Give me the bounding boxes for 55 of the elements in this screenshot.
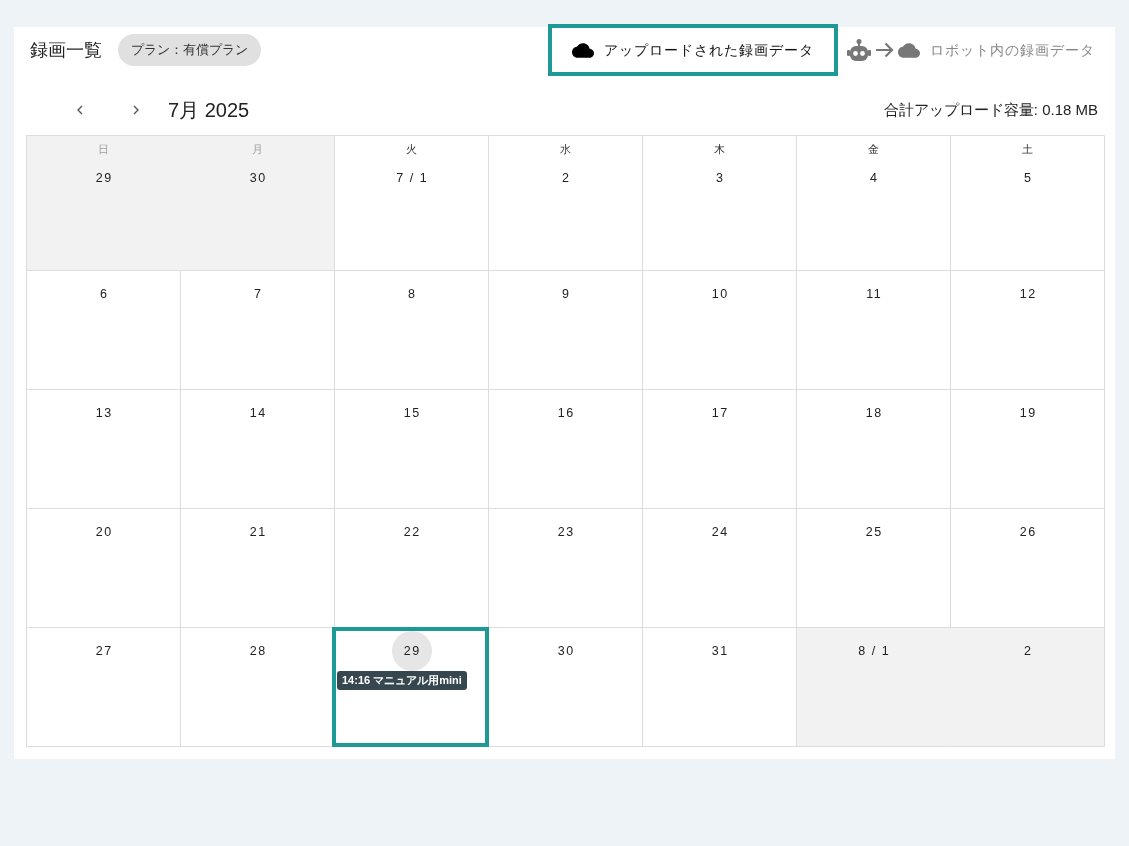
robot-icon [847,39,871,61]
month-title: 7月 2025 [168,98,250,123]
date-number: 14 [248,404,267,422]
date-number: 7 / 1 [395,169,429,187]
event-chip[interactable]: 14:16 マニュアル用mini [337,671,467,690]
date-number: 27 [94,642,113,660]
date-number: 2 [1023,642,1033,660]
date-number: 12 [1018,285,1037,303]
source-tab[interactable]: アップロードされた録画データ [548,24,838,76]
date-number: 19 [1018,404,1037,422]
date-number: 5 [1023,169,1033,187]
date-number: 21 [248,523,267,541]
weekday-label: 日 [98,142,109,155]
chevron-right-icon [133,105,139,115]
date-number: 8 [407,285,417,303]
weekday-label: 土 [1022,142,1033,155]
date-number: 13 [94,404,113,422]
weekday-label: 木 [714,142,725,155]
date-number: 6 [99,285,109,303]
plan-badge: プラン：有償プラン [118,34,261,66]
date-number: 9 [561,285,571,303]
date-number: 4 [869,169,879,187]
date-number: 18 [864,404,883,422]
cloud-icon [572,42,594,58]
weekday-label: 金 [868,142,879,155]
date-number: 20 [94,523,113,541]
source-tab[interactable]: ロボット内の録画データ [843,24,1099,76]
date-number: 30 [556,642,575,660]
date-number: 26 [1018,523,1037,541]
date-number: 29 [94,169,113,187]
date-number: 24 [710,523,729,541]
date-number: 8 / 1 [857,642,891,660]
date-number: 17 [710,404,729,422]
weekday-label: 月 [252,142,263,155]
chevron-left-icon [77,105,83,115]
date-number: 2 [561,169,571,187]
date-number: 23 [556,523,575,541]
date-number: 22 [402,523,421,541]
weekday-label: 水 [560,142,571,155]
page-title: 録画一覧 [30,41,102,59]
date-number: 16 [556,404,575,422]
cloud-icon [898,42,920,58]
date-number: 31 [710,642,729,660]
total-upload-size: 合計アップロード容量: 0.18 MB [883,99,1098,120]
date-number: 30 [248,169,267,187]
weekday-label: 火 [406,142,417,155]
date-number: 28 [248,642,267,660]
date-number: 3 [715,169,725,187]
date-number: 29 [402,642,421,660]
date-number: 11 [865,285,883,303]
date-number: 25 [864,523,883,541]
date-number: 10 [710,285,729,303]
date-number: 15 [402,404,421,422]
arrow-right-icon [875,42,894,58]
date-number: 7 [253,285,263,303]
